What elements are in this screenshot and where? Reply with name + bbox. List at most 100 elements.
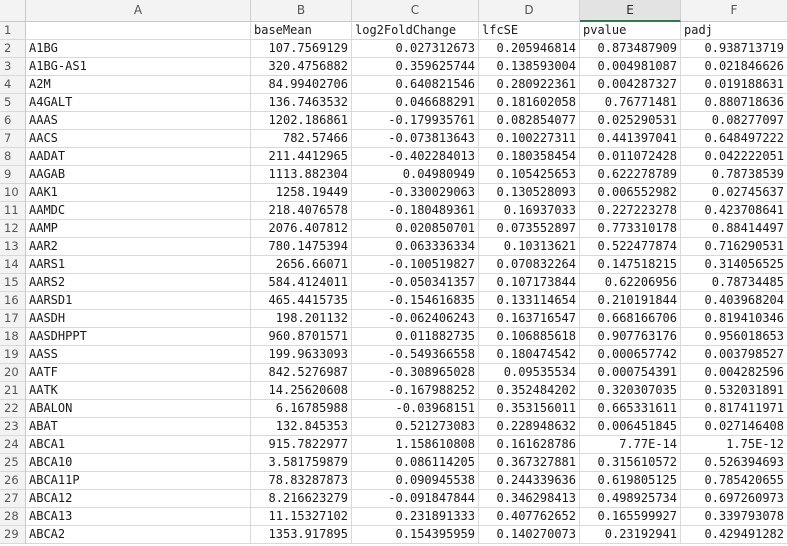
cell-f6[interactable]: 0.08277097 xyxy=(681,112,788,130)
row-number[interactable]: 11 xyxy=(0,202,26,220)
cell-d12[interactable]: 0.073552897 xyxy=(479,220,580,238)
cell-a22[interactable]: ABALON xyxy=(26,400,251,418)
cell-d21[interactable]: 0.352484202 xyxy=(479,382,580,400)
cell-a24[interactable]: ABCA1 xyxy=(26,436,251,454)
cell-c10[interactable]: -0.330029063 xyxy=(352,184,479,202)
cell-d5[interactable]: 0.181602058 xyxy=(479,94,580,112)
cell-c2[interactable]: 0.027312673 xyxy=(352,40,479,58)
cell-b8[interactable]: 211.4412965 xyxy=(251,148,352,166)
cell-c24[interactable]: 1.158610808 xyxy=(352,436,479,454)
cell-b2[interactable]: 107.7569129 xyxy=(251,40,352,58)
row-number[interactable]: 28 xyxy=(0,508,26,526)
row-number[interactable]: 17 xyxy=(0,310,26,328)
row-number[interactable]: 26 xyxy=(0,472,26,490)
row-number[interactable]: 6 xyxy=(0,112,26,130)
cell-d2[interactable]: 0.205946814 xyxy=(479,40,580,58)
cell-e8[interactable]: 0.011072428 xyxy=(580,148,681,166)
row-number[interactable]: 20 xyxy=(0,364,26,382)
cell-e13[interactable]: 0.522477874 xyxy=(580,238,681,256)
cell-d16[interactable]: 0.133114654 xyxy=(479,292,580,310)
cell-f22[interactable]: 0.817411971 xyxy=(681,400,788,418)
select-all-corner[interactable] xyxy=(0,0,26,22)
cell-c4[interactable]: 0.640821546 xyxy=(352,76,479,94)
cell-c9[interactable]: 0.04980949 xyxy=(352,166,479,184)
cell-d11[interactable]: 0.16937033 xyxy=(479,202,580,220)
cell-b17[interactable]: 198.201132 xyxy=(251,310,352,328)
cell-e29[interactable]: 0.23192941 xyxy=(580,526,681,544)
row-number[interactable]: 1 xyxy=(0,22,26,40)
column-header-a[interactable]: A xyxy=(26,0,251,22)
cell-e6[interactable]: 0.025290531 xyxy=(580,112,681,130)
cell-d1[interactable]: lfcSE xyxy=(479,22,580,40)
cell-f15[interactable]: 0.78734485 xyxy=(681,274,788,292)
row-number[interactable]: 24 xyxy=(0,436,26,454)
cell-e24[interactable]: 7.77E-14 xyxy=(580,436,681,454)
cell-a3[interactable]: A1BG-AS1 xyxy=(26,58,251,76)
cell-b5[interactable]: 136.7463532 xyxy=(251,94,352,112)
cell-d9[interactable]: 0.105425653 xyxy=(479,166,580,184)
cell-a5[interactable]: A4GALT xyxy=(26,94,251,112)
cell-f28[interactable]: 0.339793078 xyxy=(681,508,788,526)
cell-f10[interactable]: 0.02745637 xyxy=(681,184,788,202)
cell-b25[interactable]: 3.581759879 xyxy=(251,454,352,472)
cell-b10[interactable]: 1258.19449 xyxy=(251,184,352,202)
cell-a1[interactable] xyxy=(26,22,251,40)
cell-e9[interactable]: 0.622278789 xyxy=(580,166,681,184)
row-number[interactable]: 18 xyxy=(0,328,26,346)
cell-a29[interactable]: ABCA2 xyxy=(26,526,251,544)
cell-e14[interactable]: 0.147518215 xyxy=(580,256,681,274)
cell-a27[interactable]: ABCA12 xyxy=(26,490,251,508)
cell-e19[interactable]: 0.000657742 xyxy=(580,346,681,364)
cell-d8[interactable]: 0.180358454 xyxy=(479,148,580,166)
cell-d23[interactable]: 0.228948632 xyxy=(479,418,580,436)
cell-b23[interactable]: 132.845353 xyxy=(251,418,352,436)
cell-b22[interactable]: 6.16785988 xyxy=(251,400,352,418)
cell-f26[interactable]: 0.785420655 xyxy=(681,472,788,490)
cell-b26[interactable]: 78.83287873 xyxy=(251,472,352,490)
cell-e17[interactable]: 0.668166706 xyxy=(580,310,681,328)
cell-c15[interactable]: -0.050341357 xyxy=(352,274,479,292)
cell-d7[interactable]: 0.100227311 xyxy=(479,130,580,148)
cell-a26[interactable]: ABCA11P xyxy=(26,472,251,490)
cell-b4[interactable]: 84.99402706 xyxy=(251,76,352,94)
cell-b12[interactable]: 2076.407812 xyxy=(251,220,352,238)
cell-d26[interactable]: 0.244339636 xyxy=(479,472,580,490)
cell-d14[interactable]: 0.070832264 xyxy=(479,256,580,274)
cell-c16[interactable]: -0.154616835 xyxy=(352,292,479,310)
cell-f25[interactable]: 0.526394693 xyxy=(681,454,788,472)
cell-b11[interactable]: 218.4076578 xyxy=(251,202,352,220)
cell-b21[interactable]: 14.25620608 xyxy=(251,382,352,400)
cell-f14[interactable]: 0.314056525 xyxy=(681,256,788,274)
cell-d27[interactable]: 0.346298413 xyxy=(479,490,580,508)
cell-e27[interactable]: 0.498925734 xyxy=(580,490,681,508)
row-number[interactable]: 2 xyxy=(0,40,26,58)
cell-b1[interactable]: baseMean xyxy=(251,22,352,40)
cell-c25[interactable]: 0.086114205 xyxy=(352,454,479,472)
cell-f1[interactable]: padj xyxy=(681,22,788,40)
cell-a4[interactable]: A2M xyxy=(26,76,251,94)
row-number[interactable]: 27 xyxy=(0,490,26,508)
cell-f12[interactable]: 0.88414497 xyxy=(681,220,788,238)
cell-f11[interactable]: 0.423708641 xyxy=(681,202,788,220)
cell-e11[interactable]: 0.227223278 xyxy=(580,202,681,220)
cell-c3[interactable]: 0.359625744 xyxy=(352,58,479,76)
cell-f13[interactable]: 0.716290531 xyxy=(681,238,788,256)
row-number[interactable]: 19 xyxy=(0,346,26,364)
cell-f8[interactable]: 0.042222051 xyxy=(681,148,788,166)
cell-f17[interactable]: 0.819410346 xyxy=(681,310,788,328)
cell-c19[interactable]: -0.549366558 xyxy=(352,346,479,364)
row-number[interactable]: 15 xyxy=(0,274,26,292)
cell-c23[interactable]: 0.521273083 xyxy=(352,418,479,436)
row-number[interactable]: 5 xyxy=(0,94,26,112)
cell-c21[interactable]: -0.167988252 xyxy=(352,382,479,400)
cell-c20[interactable]: -0.308965028 xyxy=(352,364,479,382)
cell-b19[interactable]: 199.9633093 xyxy=(251,346,352,364)
cell-a18[interactable]: AASDHPPT xyxy=(26,328,251,346)
cell-d22[interactable]: 0.353156011 xyxy=(479,400,580,418)
cell-a8[interactable]: AADAT xyxy=(26,148,251,166)
cell-a20[interactable]: AATF xyxy=(26,364,251,382)
cell-d4[interactable]: 0.280922361 xyxy=(479,76,580,94)
cell-c27[interactable]: -0.091847844 xyxy=(352,490,479,508)
cell-c12[interactable]: 0.020850701 xyxy=(352,220,479,238)
cell-b7[interactable]: 782.57466 xyxy=(251,130,352,148)
